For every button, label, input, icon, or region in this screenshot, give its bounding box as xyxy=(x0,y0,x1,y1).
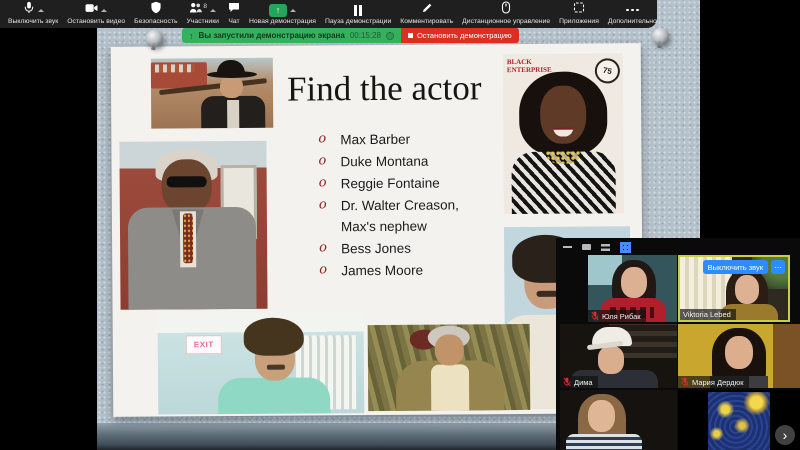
security-button[interactable]: Безопасность xyxy=(134,0,178,28)
video-tile[interactable]: Юля Рибак xyxy=(588,255,677,322)
photo-woman-actor: BLACK ENTERPRISE 75 xyxy=(502,53,624,215)
mute-audio-button[interactable]: Выключить звук xyxy=(8,0,58,28)
participants-icon xyxy=(189,1,203,19)
video-tile[interactable] xyxy=(560,390,677,450)
photo-elderly-suit-actor xyxy=(119,140,268,310)
bullet-item: Duke Montana xyxy=(315,150,487,172)
starry-night-avatar xyxy=(708,392,770,450)
gallery-view-icon[interactable] xyxy=(620,241,631,253)
stop-icon xyxy=(407,33,413,38)
share-status-text: Вы запустили демонстрацию экрана xyxy=(198,31,345,40)
screen-share-banner: ↑ Вы запустили демонстрацию экрана 00:15… xyxy=(182,28,519,43)
strip-view-icon[interactable] xyxy=(601,243,610,251)
pause-share-button[interactable]: Пауза демонстрации xyxy=(325,0,391,28)
exit-sign: EXIT xyxy=(185,335,222,355)
speaker-view-icon[interactable] xyxy=(582,244,591,250)
apps-button[interactable]: Приложения xyxy=(559,0,599,28)
bullet-item: Reggie Fontaine xyxy=(316,172,488,194)
mute-participant-button[interactable]: Выключить звук xyxy=(702,260,768,274)
bullet-item: James Moore xyxy=(316,260,488,282)
shield-icon xyxy=(150,1,162,19)
next-page-button[interactable]: › xyxy=(775,425,795,445)
magazine-text: BLACK ENTERPRISE xyxy=(506,57,552,75)
share-timer: 00:15:28 xyxy=(349,31,381,40)
share-up-arrow-icon: ↑ xyxy=(189,30,194,41)
mouse-icon xyxy=(501,1,511,19)
chevron-up-icon[interactable] xyxy=(101,8,108,12)
video-tile[interactable]: Дима xyxy=(560,324,677,388)
muted-mic-icon xyxy=(591,311,599,321)
camera-icon xyxy=(85,1,98,19)
participants-window: Юля Рибак Выключить звук ⋯ Viktoria Lebe… xyxy=(556,238,800,450)
zoom-meeting-window: Find the actor Max Barber Duke Montana R… xyxy=(0,0,800,450)
muted-mic-icon xyxy=(563,377,571,387)
photo-teal-shirt-actor: EXIT xyxy=(157,311,365,415)
participant-name-tag: Мария Дердюк xyxy=(678,376,749,388)
share-screen-icon xyxy=(268,3,287,17)
more-icon xyxy=(626,4,639,17)
minimize-icon[interactable] xyxy=(563,246,572,248)
bullet-item: Max Barber xyxy=(315,128,487,150)
gear-icon[interactable] xyxy=(385,31,394,40)
pushpin-icon xyxy=(146,30,163,47)
video-tile[interactable]: Мария Дердюк xyxy=(678,324,800,388)
slide-title: Find the actor xyxy=(286,68,482,109)
magazine-badge: 75 xyxy=(592,56,623,86)
video-window-controls xyxy=(563,241,631,253)
share-status: ↑ Вы запустили демонстрацию экрана 00:15… xyxy=(182,28,401,43)
photo-lying-man-actor xyxy=(367,323,531,412)
pencil-icon xyxy=(421,1,433,19)
apps-icon xyxy=(573,1,585,19)
participants-button[interactable]: 8 Участники xyxy=(187,0,219,28)
bullet-item: Bess Jones xyxy=(316,237,488,259)
participant-name-tag: Viktoria Lebed xyxy=(680,309,736,320)
photo-cowboy-actor xyxy=(150,57,274,129)
bullet-item: Dr. Walter Creason, Max's nephew xyxy=(316,194,488,237)
video-tile-active-speaker[interactable]: Выключить звук ⋯ Viktoria Lebed xyxy=(678,255,790,322)
letterbox-left xyxy=(0,0,97,450)
participant-more-button[interactable]: ⋯ xyxy=(771,260,785,274)
chevron-up-icon[interactable] xyxy=(37,8,44,12)
participants-count-badge: 8 xyxy=(203,2,208,10)
chevron-up-icon[interactable] xyxy=(210,8,217,12)
stop-video-button[interactable]: Остановить видео xyxy=(67,0,125,28)
new-share-button[interactable]: Новая демонстрация xyxy=(249,0,316,28)
annotate-button[interactable]: Комментировать xyxy=(400,0,453,28)
meeting-toolbar: Выключить звук Остановить видео Безопасн… xyxy=(0,0,657,28)
participant-name-tag: Дима xyxy=(560,376,598,388)
remote-control-button[interactable]: Дистанционное управление xyxy=(462,0,550,28)
participant-name-tag: Юля Рибак xyxy=(588,310,646,322)
chat-button[interactable]: Чат xyxy=(228,0,240,28)
chevron-up-icon[interactable] xyxy=(289,8,296,12)
more-button[interactable]: Дополнительно xyxy=(608,0,657,28)
slide-bullet-list: Max Barber Duke Montana Reggie Fontaine … xyxy=(315,128,488,283)
pause-icon xyxy=(354,4,362,16)
pushpin-icon xyxy=(652,28,669,45)
muted-mic-icon xyxy=(681,377,689,387)
microphone-icon xyxy=(23,1,35,19)
chat-icon xyxy=(228,1,240,19)
stop-share-button[interactable]: Остановить демонстрацию xyxy=(400,28,519,43)
